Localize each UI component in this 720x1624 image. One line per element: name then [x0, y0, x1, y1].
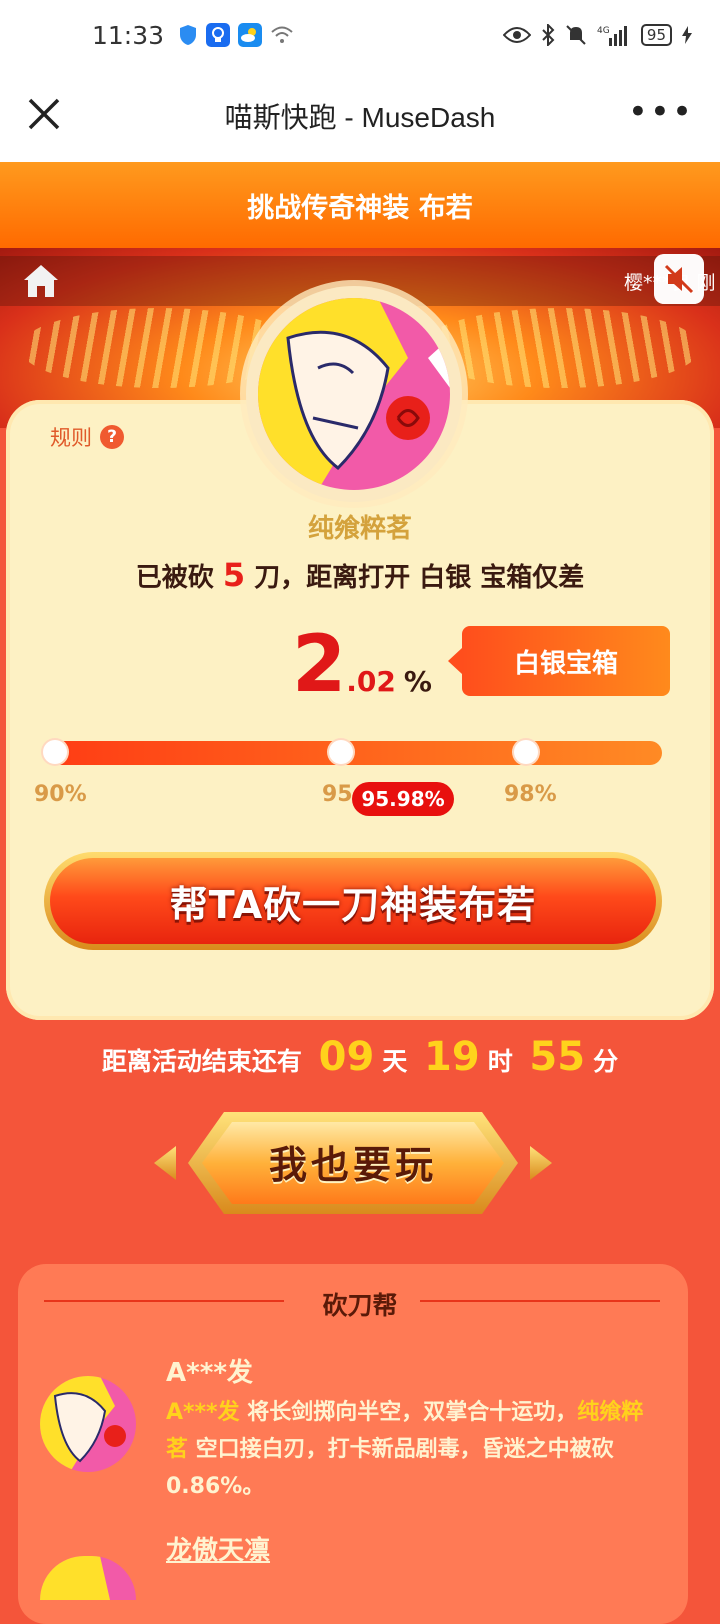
sound-off-icon[interactable] — [654, 254, 704, 304]
helper-msg-part1: 将长剑掷向半空，双掌合十运功， — [239, 1400, 578, 1425]
wifi-icon — [271, 26, 293, 43]
help-cut-button[interactable]: 帮TA砍一刀神装布若 — [44, 852, 662, 950]
tick-label-98: 98% — [504, 782, 557, 807]
helper-msg-name: A***发 — [166, 1400, 240, 1425]
countdown-hours-unit: 时 — [487, 1047, 513, 1076]
countdown-minutes-unit: 分 — [593, 1047, 619, 1076]
owner-avatar — [258, 298, 450, 490]
close-icon[interactable] — [22, 92, 66, 136]
tick-label-90: 90% — [34, 782, 87, 807]
current-percent-badge: 95.98% — [352, 782, 454, 816]
battery-level: 95 — [640, 24, 672, 46]
status-suffix: 刀，距离打开 白银 宝箱仅差 — [254, 563, 585, 593]
weather-app-icon — [238, 23, 263, 47]
helper-name: A***发 — [166, 1358, 253, 1388]
owner-name: 纯飨粹茗 — [307, 514, 412, 544]
remaining-int: 2 — [292, 620, 347, 710]
signal-icon: 4G — [597, 26, 627, 46]
milestone-dot-98 — [514, 740, 538, 764]
silver-chest-tag: 白银宝箱 — [448, 626, 670, 696]
status-left: 11:33 — [92, 21, 294, 50]
status-prefix: 已被砍 — [135, 563, 214, 593]
rules-link[interactable]: 规则 ? — [50, 422, 124, 452]
page-title: 喵斯快跑 - MuseDash — [224, 102, 496, 133]
status-bar: 11:33 4G 95 — [0, 0, 720, 70]
shield-icon — [180, 25, 197, 45]
milestone-dot-90 — [43, 740, 67, 764]
event-countdown: 距离活动结束还有 09 天 19 时 55 分 — [0, 1034, 720, 1080]
helper-avatar — [40, 1376, 136, 1472]
status-right: 4G 95 — [502, 24, 692, 46]
lightbulb-app-icon — [206, 23, 231, 47]
countdown-hours: 19 — [424, 1034, 480, 1080]
milestone-dot-95 — [329, 740, 353, 764]
countdown-minutes: 55 — [529, 1034, 586, 1080]
helpers-title: 砍刀帮 — [322, 1291, 398, 1320]
svg-text:4G: 4G — [597, 26, 610, 36]
rules-label: 规则 — [50, 426, 92, 450]
more-options-button[interactable]: ••• — [628, 95, 694, 129]
home-icon[interactable] — [20, 260, 62, 302]
progress-bar — [44, 741, 662, 765]
help-cut-label: 帮TA砍一刀神装布若 — [169, 882, 537, 927]
help-cut-button-inner: 帮TA砍一刀神装布若 — [50, 858, 656, 944]
nav-bar: 喵斯快跑 - MuseDash ••• — [0, 70, 720, 162]
right-wing-decoration — [420, 308, 700, 388]
remaining-percent: 2 .02 % — [292, 626, 432, 704]
cut-count: 5 — [222, 556, 246, 594]
bargain-status: 已被砍 5 刀，距离打开 白银 宝箱仅差 — [0, 556, 720, 594]
countdown-days-unit: 天 — [382, 1047, 408, 1076]
remaining-dec: .02 — [346, 665, 396, 698]
helper-name-2: 龙傲天凛 — [166, 1536, 271, 1566]
countdown-days: 09 — [318, 1034, 375, 1080]
status-time: 11:33 — [92, 20, 165, 50]
banner-text: 挑战传奇神装 布若 — [247, 192, 473, 224]
challenge-banner: 挑战传奇神装 布若 — [0, 162, 720, 248]
remaining-symbol: % — [403, 665, 432, 698]
helper-msg-part2: 空口接白刃，打卡新品剧毒，昏迷之中被砍 0.86%。 — [166, 1437, 614, 1499]
charging-icon — [682, 26, 692, 44]
countdown-prefix: 距离活动结束还有 — [101, 1047, 302, 1076]
helper-message: A***发 将长剑掷向半空，双掌合十运功，纯飨粹茗 空口接白刃，打卡新品剧毒，昏… — [166, 1394, 656, 1505]
play-too-label: 我也要玩 — [268, 1143, 437, 1187]
tick-label-95: 95 — [322, 782, 353, 807]
eye-icon — [502, 27, 531, 43]
bluetooth-icon — [542, 24, 555, 46]
question-icon: ? — [100, 425, 124, 449]
mute-bell-icon — [566, 25, 586, 45]
